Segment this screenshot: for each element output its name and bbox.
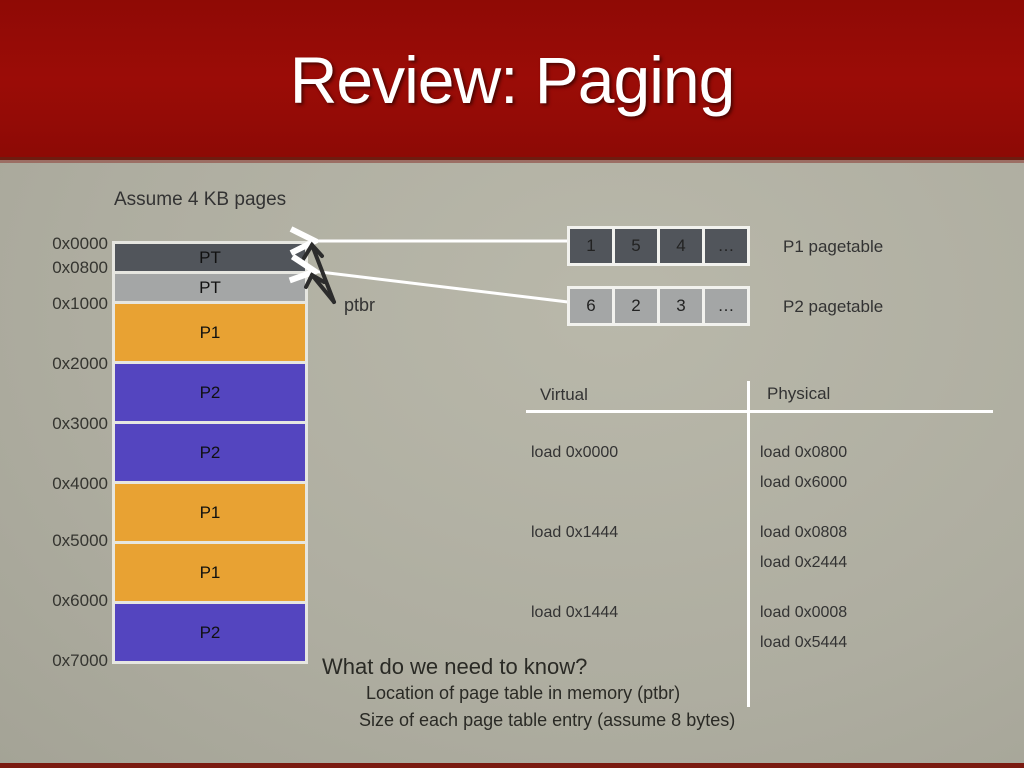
question-text: What do we need to know?	[322, 654, 588, 679]
virtual-header: Virtual	[540, 385, 588, 404]
physical-address: load 0x6000	[760, 474, 848, 491]
pagetable-entry: 3	[657, 286, 705, 326]
bullet-text: Size of each page table entry (assume 8 …	[359, 710, 736, 730]
virtual-address: load 0x1444	[531, 524, 619, 541]
pagetable-entry: 6	[567, 286, 615, 326]
physical-address: load 0x0800	[760, 444, 848, 461]
p1-pagetable-label: P1 pagetable	[783, 237, 884, 256]
pagetable-entry: …	[702, 286, 750, 326]
table-column-divider	[747, 381, 750, 707]
pointer-arrows	[0, 0, 569, 304]
p1-pagetable: 1 5 4 …	[567, 226, 750, 266]
p2-pagetable-label: P2 pagetable	[783, 297, 884, 316]
physical-header: Physical	[767, 384, 831, 403]
physical-address: load 0x0808	[760, 524, 848, 541]
physical-address: load 0x0008	[760, 604, 848, 621]
virtual-address: load 0x1444	[531, 604, 619, 621]
pagetable-entry: 1	[567, 226, 615, 266]
table-header-divider	[526, 410, 993, 413]
ptbr-label: ptbr	[344, 295, 376, 315]
physical-address: load 0x2444	[760, 554, 848, 571]
virtual-address: load 0x0000	[531, 444, 619, 461]
pagetable-entry: 2	[612, 286, 660, 326]
physical-address: load 0x5444	[760, 634, 848, 651]
pagetable-entry: …	[702, 226, 750, 266]
p2-pagetable: 6 2 3 …	[567, 286, 750, 326]
pagetable-entry: 4	[657, 226, 705, 266]
pagetable-entry: 5	[612, 226, 660, 266]
bullet-text: Location of page table in memory (ptbr)	[366, 683, 681, 703]
